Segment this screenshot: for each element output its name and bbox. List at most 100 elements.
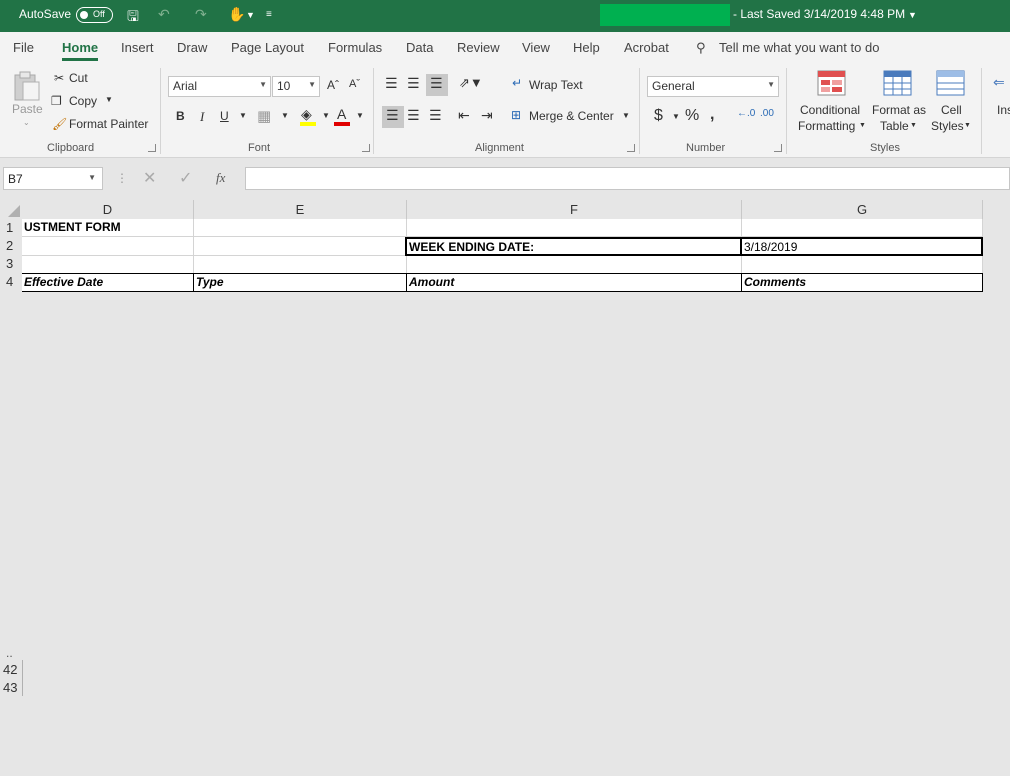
- redo-icon[interactable]: ↷: [195, 6, 207, 23]
- cell-e2[interactable]: [194, 237, 407, 256]
- row-header-3[interactable]: 3: [0, 256, 22, 271]
- cell-f1[interactable]: [407, 219, 742, 237]
- italic-button[interactable]: I: [200, 109, 204, 125]
- touch-mode-icon[interactable]: ✋: [228, 6, 245, 23]
- increase-font-icon[interactable]: Aˆ: [327, 78, 339, 92]
- column-header-f[interactable]: F: [407, 200, 742, 219]
- cell-e1[interactable]: [194, 219, 407, 237]
- format-as-table-label-1[interactable]: Format as: [872, 103, 926, 117]
- cell-g1[interactable]: [742, 219, 983, 237]
- conditional-formatting-label-1[interactable]: Conditional: [800, 103, 860, 117]
- enter-icon[interactable]: ✓: [179, 168, 192, 188]
- fill-color-dropdown-icon[interactable]: ▼: [322, 111, 330, 120]
- cell-g4[interactable]: Comments: [742, 273, 983, 292]
- borders-dropdown-icon[interactable]: ▼: [281, 111, 289, 120]
- cell-f3[interactable]: [407, 256, 742, 274]
- customize-qat-icon[interactable]: ≡: [266, 9, 272, 20]
- formula-input[interactable]: [245, 167, 1010, 190]
- bottom-align-button[interactable]: ☰: [426, 74, 448, 96]
- tab-view[interactable]: View: [522, 40, 550, 55]
- select-all-icon[interactable]: [8, 205, 20, 217]
- tab-acrobat[interactable]: Acrobat: [624, 40, 669, 55]
- tab-review[interactable]: Review: [457, 40, 500, 55]
- clipboard-launcher-icon[interactable]: [148, 144, 156, 152]
- bold-button[interactable]: B: [176, 109, 185, 123]
- cell-styles-dropdown-icon[interactable]: ▼: [964, 122, 971, 129]
- cell-g2[interactable]: 3/18/2019: [742, 237, 983, 256]
- increase-indent-icon[interactable]: ⇥: [481, 107, 493, 124]
- last-saved-status[interactable]: - Last Saved 3/14/2019 4:48 PM: [733, 7, 905, 21]
- column-header-g[interactable]: G: [742, 200, 983, 219]
- conditional-formatting-label-2[interactable]: Formatting: [798, 119, 855, 133]
- tab-page-layout[interactable]: Page Layout: [231, 40, 304, 55]
- font-size-box[interactable]: 10 ▼: [272, 76, 320, 97]
- number-launcher-icon[interactable]: [774, 144, 782, 152]
- row-header-4[interactable]: 4: [0, 274, 22, 289]
- paste-dropdown-icon[interactable]: ⌄: [23, 118, 30, 127]
- cell-d3[interactable]: [22, 256, 194, 274]
- borders-icon[interactable]: ▦: [257, 107, 271, 125]
- copy-button[interactable]: Copy: [69, 94, 97, 108]
- tab-file[interactable]: File: [13, 40, 34, 55]
- column-header-e[interactable]: E: [194, 200, 407, 219]
- cut-button[interactable]: Cut: [69, 71, 88, 85]
- cell-d4[interactable]: Effective Date: [22, 273, 194, 292]
- wrap-text-button[interactable]: Wrap Text: [529, 78, 583, 92]
- cancel-icon[interactable]: ✕: [143, 168, 156, 188]
- row-header-1[interactable]: 1: [0, 220, 22, 235]
- currency-button[interactable]: $: [654, 107, 663, 125]
- last-saved-dropdown-icon[interactable]: ▼: [908, 10, 917, 20]
- align-right-icon[interactable]: ☰: [429, 107, 442, 124]
- tab-draw[interactable]: Draw: [177, 40, 207, 55]
- cell-g3[interactable]: [742, 256, 983, 274]
- increase-decimal-icon[interactable]: ←.0: [737, 108, 755, 119]
- top-align-icon[interactable]: ☰: [385, 75, 398, 92]
- format-as-table-dropdown-icon[interactable]: ▼: [910, 122, 917, 129]
- cell-styles-label-2[interactable]: Styles: [931, 119, 964, 133]
- conditional-formatting-dropdown-icon[interactable]: ▼: [859, 122, 866, 129]
- orientation-icon[interactable]: ⇗▼: [459, 75, 483, 91]
- format-as-table-icon[interactable]: [883, 70, 913, 96]
- currency-dropdown-icon[interactable]: ▼: [672, 112, 680, 121]
- alignment-launcher-icon[interactable]: [627, 144, 635, 152]
- font-color-dropdown-icon[interactable]: ▼: [356, 111, 364, 120]
- paste-button[interactable]: Paste: [12, 102, 43, 116]
- tab-help[interactable]: Help: [573, 40, 600, 55]
- paste-icon[interactable]: [13, 70, 41, 102]
- tab-data[interactable]: Data: [406, 40, 433, 55]
- font-color-icon[interactable]: A: [337, 106, 346, 122]
- tab-home[interactable]: Home: [62, 40, 99, 61]
- insert-cells-icon[interactable]: ⇐: [993, 74, 1005, 91]
- tab-insert[interactable]: Insert: [121, 40, 154, 55]
- column-header-d[interactable]: D: [22, 200, 194, 219]
- merge-center-button[interactable]: Merge & Center: [529, 109, 614, 123]
- underline-button[interactable]: U: [220, 109, 229, 123]
- format-painter-button[interactable]: Format Painter: [69, 117, 148, 131]
- cell-e3[interactable]: [194, 256, 407, 274]
- insert-function-button[interactable]: fx: [216, 170, 225, 186]
- name-box[interactable]: B7 ▼: [3, 167, 103, 190]
- cell-styles-icon[interactable]: [936, 70, 966, 96]
- tell-me-search[interactable]: Tell me what you want to do: [719, 40, 879, 55]
- undo-icon[interactable]: ↶: [158, 6, 170, 23]
- decrease-indent-icon[interactable]: ⇤: [458, 107, 470, 124]
- comma-style-icon[interactable]: ,: [710, 106, 714, 124]
- cell-f2[interactable]: WEEK ENDING DATE:: [405, 237, 742, 256]
- tab-formulas[interactable]: Formulas: [328, 40, 382, 55]
- insert-cells-label[interactable]: Ins: [997, 103, 1010, 117]
- fill-color-icon[interactable]: ◈: [301, 106, 312, 123]
- percent-button[interactable]: %: [685, 107, 699, 125]
- cell-d1[interactable]: USTMENT FORM: [22, 219, 194, 237]
- underline-dropdown-icon[interactable]: ▼: [239, 111, 247, 120]
- format-as-table-label-2[interactable]: Table: [880, 119, 909, 133]
- number-format-box[interactable]: General ▼: [647, 76, 779, 97]
- center-icon[interactable]: ☰: [407, 107, 420, 124]
- autosave-toggle[interactable]: Off: [76, 7, 113, 23]
- font-name-box[interactable]: Arial ▼: [168, 76, 271, 97]
- decrease-decimal-icon[interactable]: .00: [760, 108, 774, 119]
- row-header-2[interactable]: 2: [0, 238, 22, 253]
- touch-dropdown-icon[interactable]: ▼: [246, 10, 255, 20]
- copy-dropdown-icon[interactable]: ▼: [105, 95, 113, 104]
- cell-d2[interactable]: [22, 237, 194, 256]
- row-header-42[interactable]: 42: [0, 662, 22, 677]
